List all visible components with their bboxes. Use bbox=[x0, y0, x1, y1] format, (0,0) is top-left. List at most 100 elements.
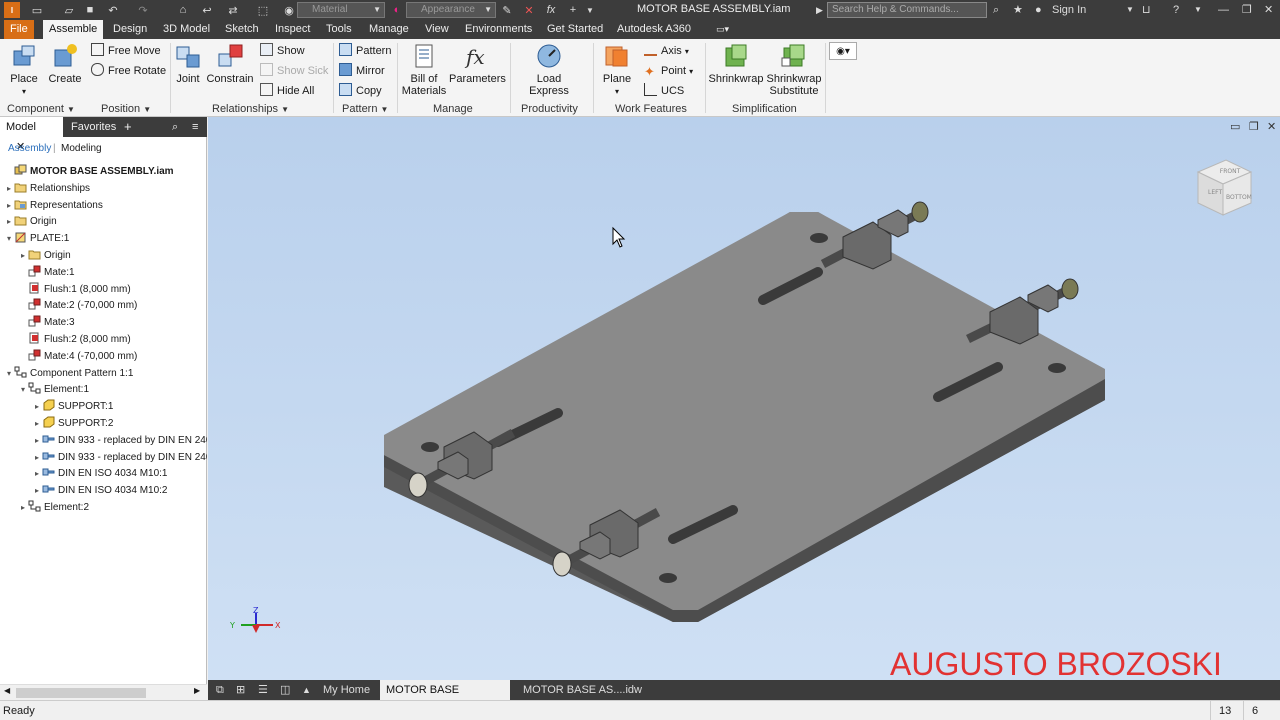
binoculars-icon[interactable]: ⌕ bbox=[993, 2, 999, 18]
scroll-right-icon[interactable]: ▶ bbox=[194, 686, 200, 695]
tree-node[interactable]: ▸ SUPPORT:1 bbox=[0, 398, 207, 415]
pattern-button[interactable]: Pattern bbox=[339, 42, 391, 60]
horizontal-icon[interactable]: ☰ bbox=[252, 680, 274, 700]
tree-node[interactable]: ▸ DIN EN ISO 4034 M10:2 bbox=[0, 482, 207, 499]
expand-toggle-icon[interactable]: ▸ bbox=[18, 247, 28, 264]
open-icon[interactable]: ▱ bbox=[62, 2, 76, 18]
panel-label-relationships[interactable]: Relationships ▼ bbox=[212, 103, 289, 115]
minimize-icon[interactable]: — bbox=[1218, 2, 1229, 18]
viewcube-front-label[interactable]: FRONT bbox=[1220, 168, 1241, 175]
new-file-icon[interactable]: ▭ bbox=[30, 2, 44, 18]
tree-node[interactable]: Flush:2 (8,000 mm) bbox=[0, 331, 207, 348]
graphics-window[interactable]: ▭ ❐ ✕ FRONT LEFT BOTTOM Z X Y bbox=[208, 117, 1280, 680]
place-button[interactable]: Place ▾ bbox=[6, 42, 42, 98]
expand-toggle-icon[interactable]: ▸ bbox=[32, 465, 42, 482]
chevron-down-icon[interactable]: ▼ bbox=[1126, 2, 1134, 18]
tree-node[interactable]: MOTOR BASE ASSEMBLY.iam bbox=[0, 163, 207, 180]
axis-button[interactable]: Axis ▾ bbox=[644, 42, 689, 60]
tab-motor-base-idw[interactable]: MOTOR BASE AS....idw bbox=[517, 680, 648, 700]
viewcube-left-label[interactable]: LEFT bbox=[1208, 189, 1222, 196]
grid-icon[interactable]: ⊞ bbox=[230, 680, 251, 700]
star-icon[interactable]: ★ bbox=[1013, 2, 1023, 18]
tab-autodesk-a360[interactable]: Autodesk A360 bbox=[611, 20, 697, 39]
tab-manage[interactable]: Manage bbox=[363, 20, 415, 39]
panel-toggle-icon[interactable]: ▭▾ bbox=[710, 20, 735, 39]
user-icon[interactable]: ● bbox=[1035, 2, 1042, 18]
tile-icon[interactable]: ⧉ bbox=[210, 680, 230, 700]
tree-node[interactable]: ▸ Origin bbox=[0, 247, 207, 264]
select-icon[interactable]: ⬚ bbox=[256, 2, 270, 18]
expand-toggle-icon[interactable]: ▾ bbox=[4, 230, 14, 247]
bill-of-materials-button[interactable]: Bill of Materials bbox=[401, 42, 447, 97]
assembly-model[interactable]: FRONT LEFT BOTTOM Z X Y bbox=[208, 117, 1280, 680]
tree-node[interactable]: ▸ Relationships bbox=[0, 180, 207, 197]
mode-modeling[interactable]: Modeling bbox=[61, 143, 102, 154]
save-icon[interactable]: ■ bbox=[84, 2, 96, 18]
joint-button[interactable]: Joint bbox=[173, 42, 203, 85]
tab-inspect[interactable]: Inspect bbox=[269, 20, 316, 39]
expand-toggle-icon[interactable]: ▸ bbox=[32, 398, 42, 415]
expand-toggle-icon[interactable]: ▸ bbox=[4, 180, 14, 197]
appearance-icon[interactable]: ◐ bbox=[390, 2, 404, 18]
scroll-left-icon[interactable]: ◀ bbox=[4, 686, 10, 695]
tree-node[interactable]: ▾ PLATE:1 bbox=[0, 230, 207, 247]
expand-toggle-icon[interactable]: ▸ bbox=[32, 482, 42, 499]
copy-button[interactable]: Copy bbox=[339, 82, 382, 100]
sign-in-link[interactable]: Sign In bbox=[1052, 2, 1086, 18]
tab-get-started[interactable]: Get Started bbox=[541, 20, 609, 39]
point-button[interactable]: ✦ Point ▾ bbox=[644, 62, 693, 80]
tab-environments[interactable]: Environments bbox=[459, 20, 538, 39]
panel-label-pattern[interactable]: Pattern ▼ bbox=[342, 103, 388, 115]
viewcube-bottom-label[interactable]: BOTTOM bbox=[1226, 194, 1252, 201]
tab-model[interactable]: Model ✕ bbox=[0, 117, 63, 153]
search-input[interactable]: Search Help & Commands... bbox=[827, 2, 987, 18]
measure-icon[interactable]: + bbox=[566, 2, 580, 18]
tree-node[interactable]: Mate:3 bbox=[0, 314, 207, 331]
mirror-button[interactable]: Mirror bbox=[339, 62, 385, 80]
customize-icon[interactable]: ▼ bbox=[585, 2, 595, 18]
free-move-button[interactable]: Free Move bbox=[91, 42, 161, 60]
expand-toggle-icon[interactable]: ▸ bbox=[4, 197, 14, 214]
tab-design[interactable]: Design bbox=[107, 20, 153, 39]
expand-toggle-icon[interactable]: ▸ bbox=[32, 449, 42, 466]
add-tab-button[interactable]: + bbox=[118, 117, 138, 137]
shrinkwrap-button[interactable]: Shrinkwrap bbox=[708, 42, 764, 85]
restore-icon[interactable]: ❐ bbox=[1242, 2, 1252, 18]
expand-toggle-icon[interactable]: ▸ bbox=[4, 213, 14, 230]
undo-icon[interactable]: ↶ bbox=[106, 2, 120, 18]
tree-node[interactable]: ▸ DIN 933 - replaced by DIN EN 240 bbox=[0, 449, 207, 466]
tree-node[interactable]: ▸ DIN EN ISO 4034 M10:1 bbox=[0, 465, 207, 482]
tab-motor-base-iam[interactable]: MOTOR BASE AS....iam ✕ bbox=[380, 680, 510, 716]
menu-icon[interactable]: ≡ bbox=[186, 117, 204, 137]
tree-node[interactable]: Mate:1 bbox=[0, 264, 207, 281]
expand-toggle-icon[interactable]: ▸ bbox=[18, 499, 28, 516]
app-logo-icon[interactable]: I bbox=[4, 2, 20, 18]
plane-button[interactable]: Plane ▾ bbox=[599, 42, 635, 98]
expand-toggle-icon[interactable]: ▾ bbox=[4, 365, 14, 382]
panel-label-component[interactable]: Component ▼ bbox=[7, 103, 75, 115]
color-wheel-icon[interactable]: ◉ bbox=[282, 2, 296, 18]
expand-toggle-icon[interactable]: ▸ bbox=[32, 415, 42, 432]
load-express-button[interactable]: Load Express bbox=[517, 42, 581, 97]
tab-sketch[interactable]: Sketch bbox=[219, 20, 265, 39]
tree-node[interactable]: Flush:1 (8,000 mm) bbox=[0, 281, 207, 298]
tab-view[interactable]: View bbox=[419, 20, 455, 39]
scroll-thumb[interactable] bbox=[16, 688, 146, 698]
free-rotate-button[interactable]: Free Rotate bbox=[91, 62, 166, 80]
tab-tools[interactable]: Tools bbox=[320, 20, 358, 39]
mode-assembly[interactable]: Assembly bbox=[8, 143, 51, 154]
tree-node[interactable]: ▾ Element:1 bbox=[0, 381, 207, 398]
show-button[interactable]: Show bbox=[260, 42, 305, 60]
create-button[interactable]: Create bbox=[47, 42, 83, 85]
expand-toggle-icon[interactable]: ▸ bbox=[32, 432, 42, 449]
adjust-icon[interactable]: ✎ bbox=[500, 2, 514, 18]
fx-icon[interactable]: fx bbox=[544, 2, 558, 18]
tree-node[interactable]: ▸ Origin bbox=[0, 213, 207, 230]
return-icon[interactable]: ↩ bbox=[200, 2, 214, 18]
close-icon[interactable]: ✕ bbox=[1264, 2, 1273, 18]
panel-label-position[interactable]: Position ▼ bbox=[101, 103, 151, 115]
tree-node[interactable]: ▸ SUPPORT:2 bbox=[0, 415, 207, 432]
tab-favorites[interactable]: Favorites bbox=[65, 117, 122, 137]
expand-toggle-icon[interactable]: ▾ bbox=[18, 381, 28, 398]
constrain-button[interactable]: Constrain bbox=[206, 42, 254, 85]
